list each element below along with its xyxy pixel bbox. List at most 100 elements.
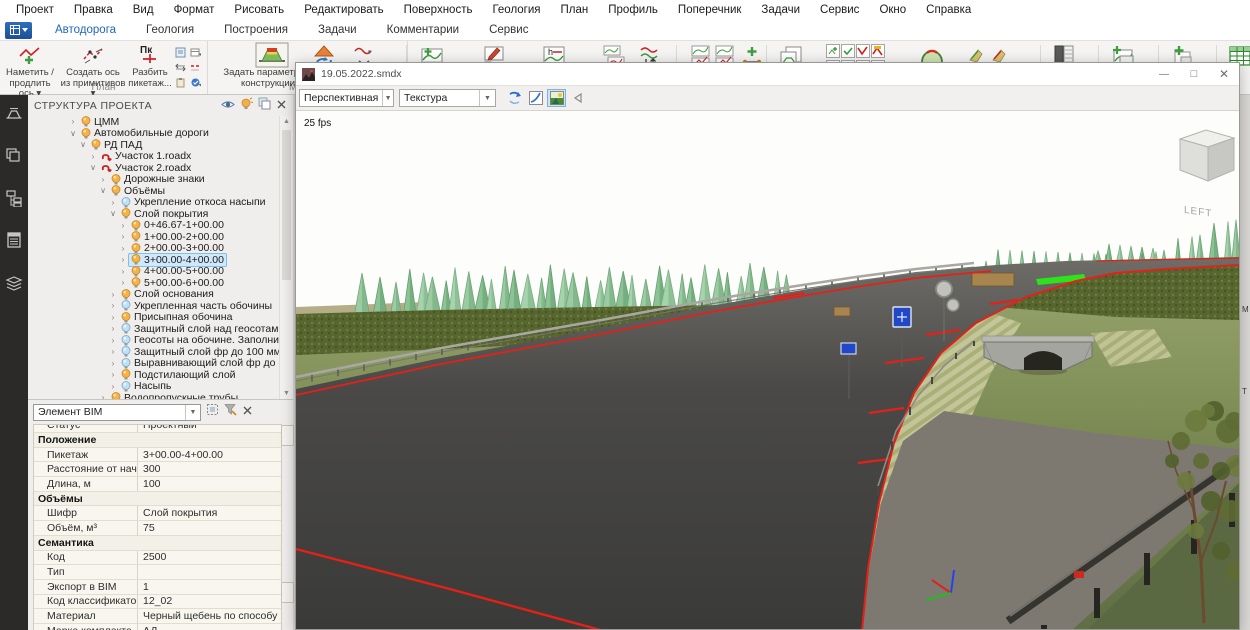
property-row[interactable]: Код классификато...12_02 [34, 595, 281, 610]
menu-item-справка[interactable]: Справка [916, 2, 981, 18]
scroll-thumb[interactable] [281, 425, 294, 446]
cross-section-icon[interactable] [5, 105, 23, 128]
tree-item[interactable]: ∨Слой покрытия [28, 208, 280, 220]
collapse-icon[interactable]: › [108, 359, 118, 368]
collapse-arrow-icon[interactable] [568, 89, 587, 107]
tree-item[interactable]: ›1+00.00-2+00.00 [28, 231, 280, 243]
copy-icon[interactable] [258, 97, 271, 115]
tree-item[interactable]: ›ЦММ [28, 116, 280, 128]
scroll-down-icon[interactable]: ▼ [280, 390, 293, 397]
settings-blue-icon[interactable]: ▾ [190, 75, 203, 88]
tree-item[interactable]: ∨РД ПАД [28, 139, 280, 151]
split-stationing-button[interactable]: ПкРазбить пикетаж... [128, 42, 172, 89]
app-menu-button[interactable] [5, 22, 32, 39]
red-dash-icon[interactable] [190, 60, 203, 73]
menu-item-окно[interactable]: Окно [869, 2, 916, 18]
collapse-icon[interactable]: › [118, 221, 128, 230]
tab-геология[interactable]: Геология [131, 22, 209, 38]
sheet-icon[interactable] [175, 45, 188, 58]
menu-item-редактировать[interactable]: Редактировать [294, 2, 393, 18]
render-mode-select[interactable]: Текстура ▼ [399, 89, 496, 107]
collapse-icon[interactable]: › [108, 370, 118, 379]
tree-item[interactable]: ›Водопропускные трубы [28, 392, 280, 399]
tree-item[interactable]: ›Защитный слой над геосотами на [28, 323, 280, 335]
scroll-thumb[interactable] [282, 130, 291, 280]
menu-item-поверхность[interactable]: Поверхность [394, 2, 483, 18]
property-row[interactable]: Экспорт в BIM1 [34, 580, 281, 595]
tree-item[interactable]: ›Насыпь [28, 381, 280, 393]
properties-scrollbar[interactable] [281, 424, 293, 630]
close-button[interactable]: ✕ [1209, 63, 1239, 85]
tree-item[interactable]: ›Подстилающий слой [28, 369, 280, 381]
menu-item-задачи[interactable]: Задачи [751, 2, 810, 18]
menu-item-сервис[interactable]: Сервис [810, 2, 869, 18]
collapse-icon[interactable]: › [88, 152, 98, 161]
collapse-icon[interactable]: › [68, 117, 78, 126]
tree-item[interactable]: ›Слой основания [28, 289, 280, 301]
eye-icon[interactable] [221, 97, 235, 115]
collapse-icon[interactable]: › [108, 198, 118, 207]
tree-item[interactable]: ›Дорожные знаки [28, 174, 280, 186]
tab-построения[interactable]: Построения [209, 22, 303, 38]
property-row[interactable]: Объём, м³75 [34, 521, 281, 536]
property-row[interactable]: ШифрСлой покрытия [34, 506, 281, 521]
tree-item[interactable]: ›5+00.00-6+00.00 [28, 277, 280, 289]
camera-mode-select[interactable]: Перспективная ▼ [299, 89, 394, 107]
bim-element-select[interactable]: Элемент BIM ▼ [33, 404, 201, 421]
collapse-icon[interactable]: › [108, 301, 118, 310]
tab-комментарии[interactable]: Комментарии [372, 22, 474, 38]
viewport-3d-scene[interactable]: 25 fps LEFT [296, 111, 1239, 629]
bulb-icon[interactable] [240, 97, 253, 115]
combo-arrow-icon[interactable]: ▼ [185, 405, 200, 420]
table-menu-icon[interactable]: ▾ [190, 45, 203, 58]
scroll-up-icon[interactable]: ▲ [280, 118, 293, 125]
menu-item-проект[interactable]: Проект [6, 2, 64, 18]
tree-item[interactable]: ›Выравнивающий слой фр до 100 [28, 358, 280, 370]
chart-view-icon[interactable] [526, 89, 545, 107]
collapse-icon[interactable]: › [108, 382, 118, 391]
minimize-button[interactable]: — [1149, 63, 1179, 85]
swap-lines-icon[interactable] [175, 60, 188, 73]
tab-сервис[interactable]: Сервис [474, 22, 543, 38]
collapse-icon[interactable]: › [118, 244, 128, 253]
menu-item-формат[interactable]: Формат [164, 2, 225, 18]
collapse-icon[interactable]: › [108, 313, 118, 322]
expanded-icon[interactable]: ∨ [78, 140, 88, 149]
property-row[interactable]: Расстояние от нач...300 [34, 462, 281, 477]
collapse-icon[interactable]: › [108, 324, 118, 333]
tree-item[interactable]: ∨Участок 2.roadx [28, 162, 280, 174]
layers-stack-icon[interactable] [5, 273, 23, 296]
scroll-thumb[interactable] [281, 582, 294, 603]
texture-view-icon[interactable] [547, 89, 566, 107]
maximize-button[interactable]: □ [1179, 63, 1209, 85]
collapse-icon[interactable]: › [118, 278, 128, 287]
property-row[interactable]: Код2500 [34, 551, 281, 566]
tree-item[interactable]: ›4+00.00-5+00.00 [28, 266, 280, 278]
hierarchy-icon[interactable] [5, 189, 23, 212]
tree-scrollbar[interactable]: ▲ ▼ [279, 116, 293, 399]
expanded-icon[interactable]: ∨ [68, 129, 78, 138]
menu-item-план[interactable]: План [551, 2, 599, 18]
tab-задачи[interactable]: Задачи [303, 22, 372, 38]
collapse-icon[interactable]: › [108, 347, 118, 356]
tree-item[interactable]: ∨Автомобильные дороги [28, 128, 280, 140]
collapse-icon[interactable]: › [118, 267, 128, 276]
layers-copy-icon[interactable] [5, 147, 23, 170]
expanded-icon[interactable]: ∨ [98, 186, 108, 195]
close-icon[interactable] [242, 403, 253, 421]
expanded-icon[interactable]: ∨ [88, 163, 98, 172]
tree-item[interactable]: ›Геосоты на обочине. Заполнитель [28, 335, 280, 347]
tree-item[interactable]: ›3+00.00-4+00.00 [28, 254, 280, 266]
property-row[interactable]: МатериалЧерный щебень по способу пр... [34, 609, 281, 624]
close-icon[interactable] [276, 97, 287, 115]
create-axis-primitives-button[interactable]: Создать ось из примитивов ▾ [60, 42, 126, 100]
menu-item-поперечник[interactable]: Поперечник [668, 2, 752, 18]
frame-select-icon[interactable] [206, 403, 219, 421]
orbit-icon[interactable] [505, 89, 524, 107]
document-icon[interactable] [5, 231, 23, 254]
menu-item-рисовать[interactable]: Рисовать [224, 2, 294, 18]
tree-item[interactable]: ›Присыпная обочина [28, 312, 280, 324]
menu-item-правка[interactable]: Правка [64, 2, 123, 18]
clipboard-icon[interactable] [175, 75, 188, 88]
tree-item[interactable]: ›Укрепление откоса насыпи [28, 197, 280, 209]
